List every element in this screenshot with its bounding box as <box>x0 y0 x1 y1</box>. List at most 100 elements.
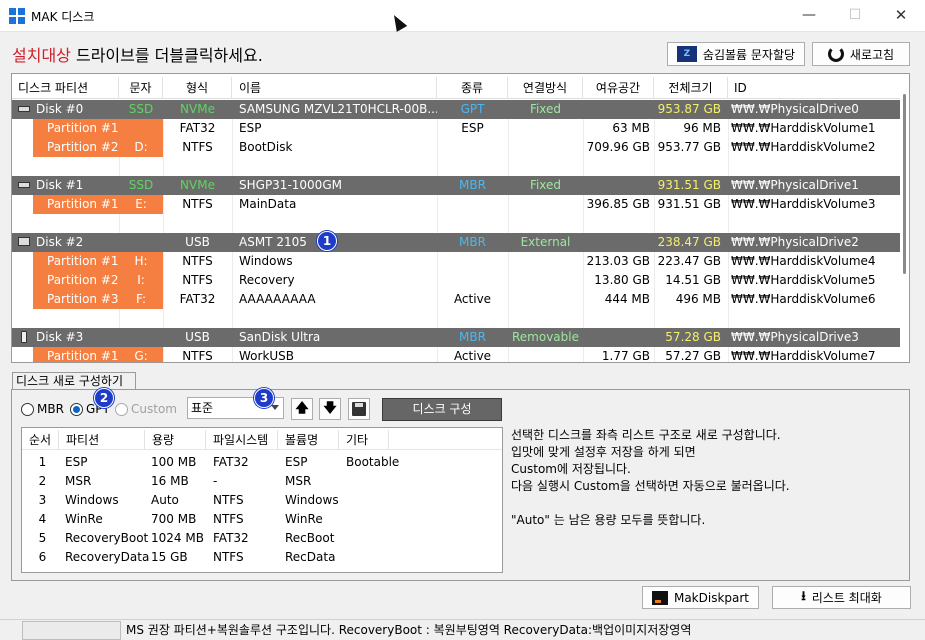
partition-row[interactable]: Partition #2 D: NTFS BootDisk 709.96 GB 953.7… <box>12 138 900 157</box>
cell-type <box>437 195 508 214</box>
minimize-button[interactable]: — <box>786 0 832 32</box>
col-etc[interactable]: 기타 <box>339 430 389 450</box>
partition-layout-list[interactable]: 순서 파티션 용량 파일시스템 볼륨명 기타 1 ESP 100 MB FAT32 ES… <box>21 427 503 573</box>
cell-filesystem: NTFS <box>213 512 244 526</box>
disk-row[interactable]: Disk #2 USB ASMT 2105 MBR External 238.47 GB ₩… <box>12 233 900 252</box>
description-line: 선택한 디스크를 좌측 리스트 구조로 새로 구성합니다. <box>511 428 781 442</box>
compose-group-title[interactable]: 디스크 새로 구성하기 <box>12 372 136 390</box>
col-disk-partition[interactable]: 디스크 파티션 <box>12 77 119 99</box>
grid-line <box>232 195 233 214</box>
scrollbar-thumb[interactable] <box>903 94 906 274</box>
col-letter[interactable]: 문자 <box>119 77 163 99</box>
move-up-button[interactable]: 🡅 <box>291 398 313 420</box>
cell-letter: SSD <box>128 178 154 192</box>
grid-line <box>232 309 233 328</box>
grid-line <box>232 157 233 176</box>
col-volume-name[interactable]: 볼륨명 <box>278 430 339 450</box>
description-line: 다음 실행시 Custom을 선택하면 자동으로 불러옵니다. <box>511 479 790 493</box>
cell-label: AAAAAAAAA <box>239 292 316 306</box>
disk-list-scrollbar[interactable] <box>900 74 909 362</box>
partition-row[interactable]: Partition #2 I: NTFS Recovery 13.80 GB 14.51 … <box>12 271 900 290</box>
maximize-button[interactable]: ☐ <box>832 0 878 32</box>
compose-disk-button[interactable]: 디스크 구성 <box>382 398 502 421</box>
cell-size: 1024 MB <box>151 531 204 545</box>
cell-total-size: 57.28 GB <box>665 330 721 344</box>
partition-layout-row[interactable]: 1 ESP 100 MB FAT32 ESP Bootable <box>22 453 502 472</box>
cell-volume-name: ESP <box>285 455 308 469</box>
cell-format: NTFS <box>182 349 213 363</box>
cell-order: 6 <box>38 550 47 564</box>
usb-stick-icon <box>21 331 27 343</box>
save-button[interactable] <box>348 398 370 420</box>
radio-mbr[interactable]: MBR <box>21 402 64 416</box>
grid-line <box>654 214 655 233</box>
terminal-icon <box>651 590 668 605</box>
partition-row[interactable]: Partition #1 H: NTFS Windows 213.03 GB 223.47… <box>12 252 900 271</box>
col-size[interactable]: 용량 <box>145 430 206 450</box>
cell-order: 2 <box>38 474 47 488</box>
spacer-row <box>12 214 900 233</box>
makdiskpart-label: MakDiskpart <box>673 590 750 605</box>
partition-row[interactable]: Partition #3 F: FAT32 AAAAAAAAA Active 444 MB… <box>12 290 900 309</box>
radio-custom[interactable]: Custom <box>115 402 177 416</box>
grid-line <box>728 271 729 290</box>
disk-list[interactable]: 디스크 파티션 문자 형식 이름 종류 연결방식 여유공간 전체크기 ID Di… <box>11 73 910 363</box>
cell-filesystem: FAT32 <box>213 531 249 545</box>
col-partition[interactable]: 파티션 <box>59 430 145 450</box>
cell-type: ESP <box>461 121 484 135</box>
partition-row[interactable]: Partition #1 G: NTFS WorkUSB Active 1.77 GB 57… <box>12 347 900 363</box>
cell-label: Windows <box>239 254 293 268</box>
cell-connection: Fixed <box>529 178 562 192</box>
col-connection[interactable]: 연결방식 <box>508 77 583 99</box>
cell-connection <box>508 271 583 290</box>
partition-layout-row[interactable]: 6 RecoveryData 15 GB NTFS RecData <box>22 548 502 567</box>
radio-gpt-dot[interactable] <box>70 402 83 416</box>
cell-total-size: 238.47 GB <box>657 235 721 249</box>
grid-line <box>654 309 655 328</box>
cell-letter: SSD <box>128 102 154 116</box>
col-format[interactable]: 형식 <box>163 77 232 99</box>
grid-line <box>163 214 164 233</box>
cell-letter <box>119 328 163 347</box>
cell-format: USB <box>185 235 210 249</box>
close-button[interactable]: ✕ <box>878 0 924 32</box>
partition-layout-row[interactable]: 5 RecoveryBoot 1024 MB FAT32 RecBoot <box>22 529 502 548</box>
cell-id: ₩₩.₩PhysicalDrive1 <box>731 178 859 192</box>
col-filesystem[interactable]: 파일시스템 <box>206 430 278 450</box>
partition-row[interactable]: Partition #1 E: NTFS MainData 396.85 GB 931.5… <box>12 195 900 214</box>
grid-line <box>232 119 233 138</box>
disk-row[interactable]: Disk #0 SSD NVMe SAMSUNG MZVL21T0HCLR-00B..… <box>12 100 900 119</box>
col-free-space[interactable]: 여유공간 <box>583 77 654 99</box>
col-name[interactable]: 이름 <box>232 77 437 99</box>
cell-id: ₩₩.₩PhysicalDrive3 <box>731 330 859 344</box>
partition-row[interactable]: Partition #1 FAT32 ESP ESP 63 MB 96 MB ₩₩.₩Har… <box>12 119 900 138</box>
radio-custom-dot[interactable] <box>115 402 128 416</box>
col-type[interactable]: 종류 <box>437 77 508 99</box>
cell-label: SAMSUNG MZVL21T0HCLR-00B... <box>239 102 437 116</box>
makdiskpart-button[interactable]: MakDiskpart <box>642 586 759 609</box>
disk-row[interactable]: Disk #3 USB SanDisk Ultra MBR Removable 57.28… <box>12 328 900 347</box>
refresh-button[interactable]: 새로고침 <box>812 42 910 66</box>
maximize-list-button[interactable]: ⭳ 리스트 최대화 <box>772 586 911 609</box>
partition-layout-row[interactable]: 4 WinRe 700 MB NTFS WinRe <box>22 510 502 529</box>
cell-label: BootDisk <box>239 140 293 154</box>
radio-mbr-dot[interactable] <box>21 402 34 416</box>
col-id[interactable]: ID <box>728 77 900 99</box>
status-bar: MS 권장 파티션+복원솔루션 구조입니다. RecoveryBoot : 복원… <box>0 619 925 640</box>
hdd-icon <box>18 106 30 112</box>
grid-line <box>232 347 233 362</box>
col-order[interactable]: 순서 <box>22 430 59 450</box>
arrow-up-icon: 🡅 <box>295 401 309 416</box>
move-down-button[interactable]: 🡇 <box>319 398 341 420</box>
cell-filesystem: - <box>213 474 218 488</box>
assign-hidden-volume-letter-button[interactable]: Z 숨김볼륨 문자할당 <box>667 42 805 66</box>
cell-type: MBR <box>459 330 486 344</box>
col-total-size[interactable]: 전체크기 <box>654 77 728 99</box>
chevron-down-icon <box>271 405 279 410</box>
disk-row[interactable]: Disk #1 SSD NVMe SHGP31-1000GM MBR Fixed 931.5… <box>12 176 900 195</box>
cell-id: ₩₩.₩PhysicalDrive2 <box>731 235 859 249</box>
cell-id: ₩₩.₩HarddiskVolume4 <box>731 254 876 268</box>
cell-type: Active <box>453 292 492 306</box>
partition-layout-row[interactable]: 2 MSR 16 MB - MSR <box>22 472 502 491</box>
partition-layout-row[interactable]: 3 Windows Auto NTFS Windows <box>22 491 502 510</box>
